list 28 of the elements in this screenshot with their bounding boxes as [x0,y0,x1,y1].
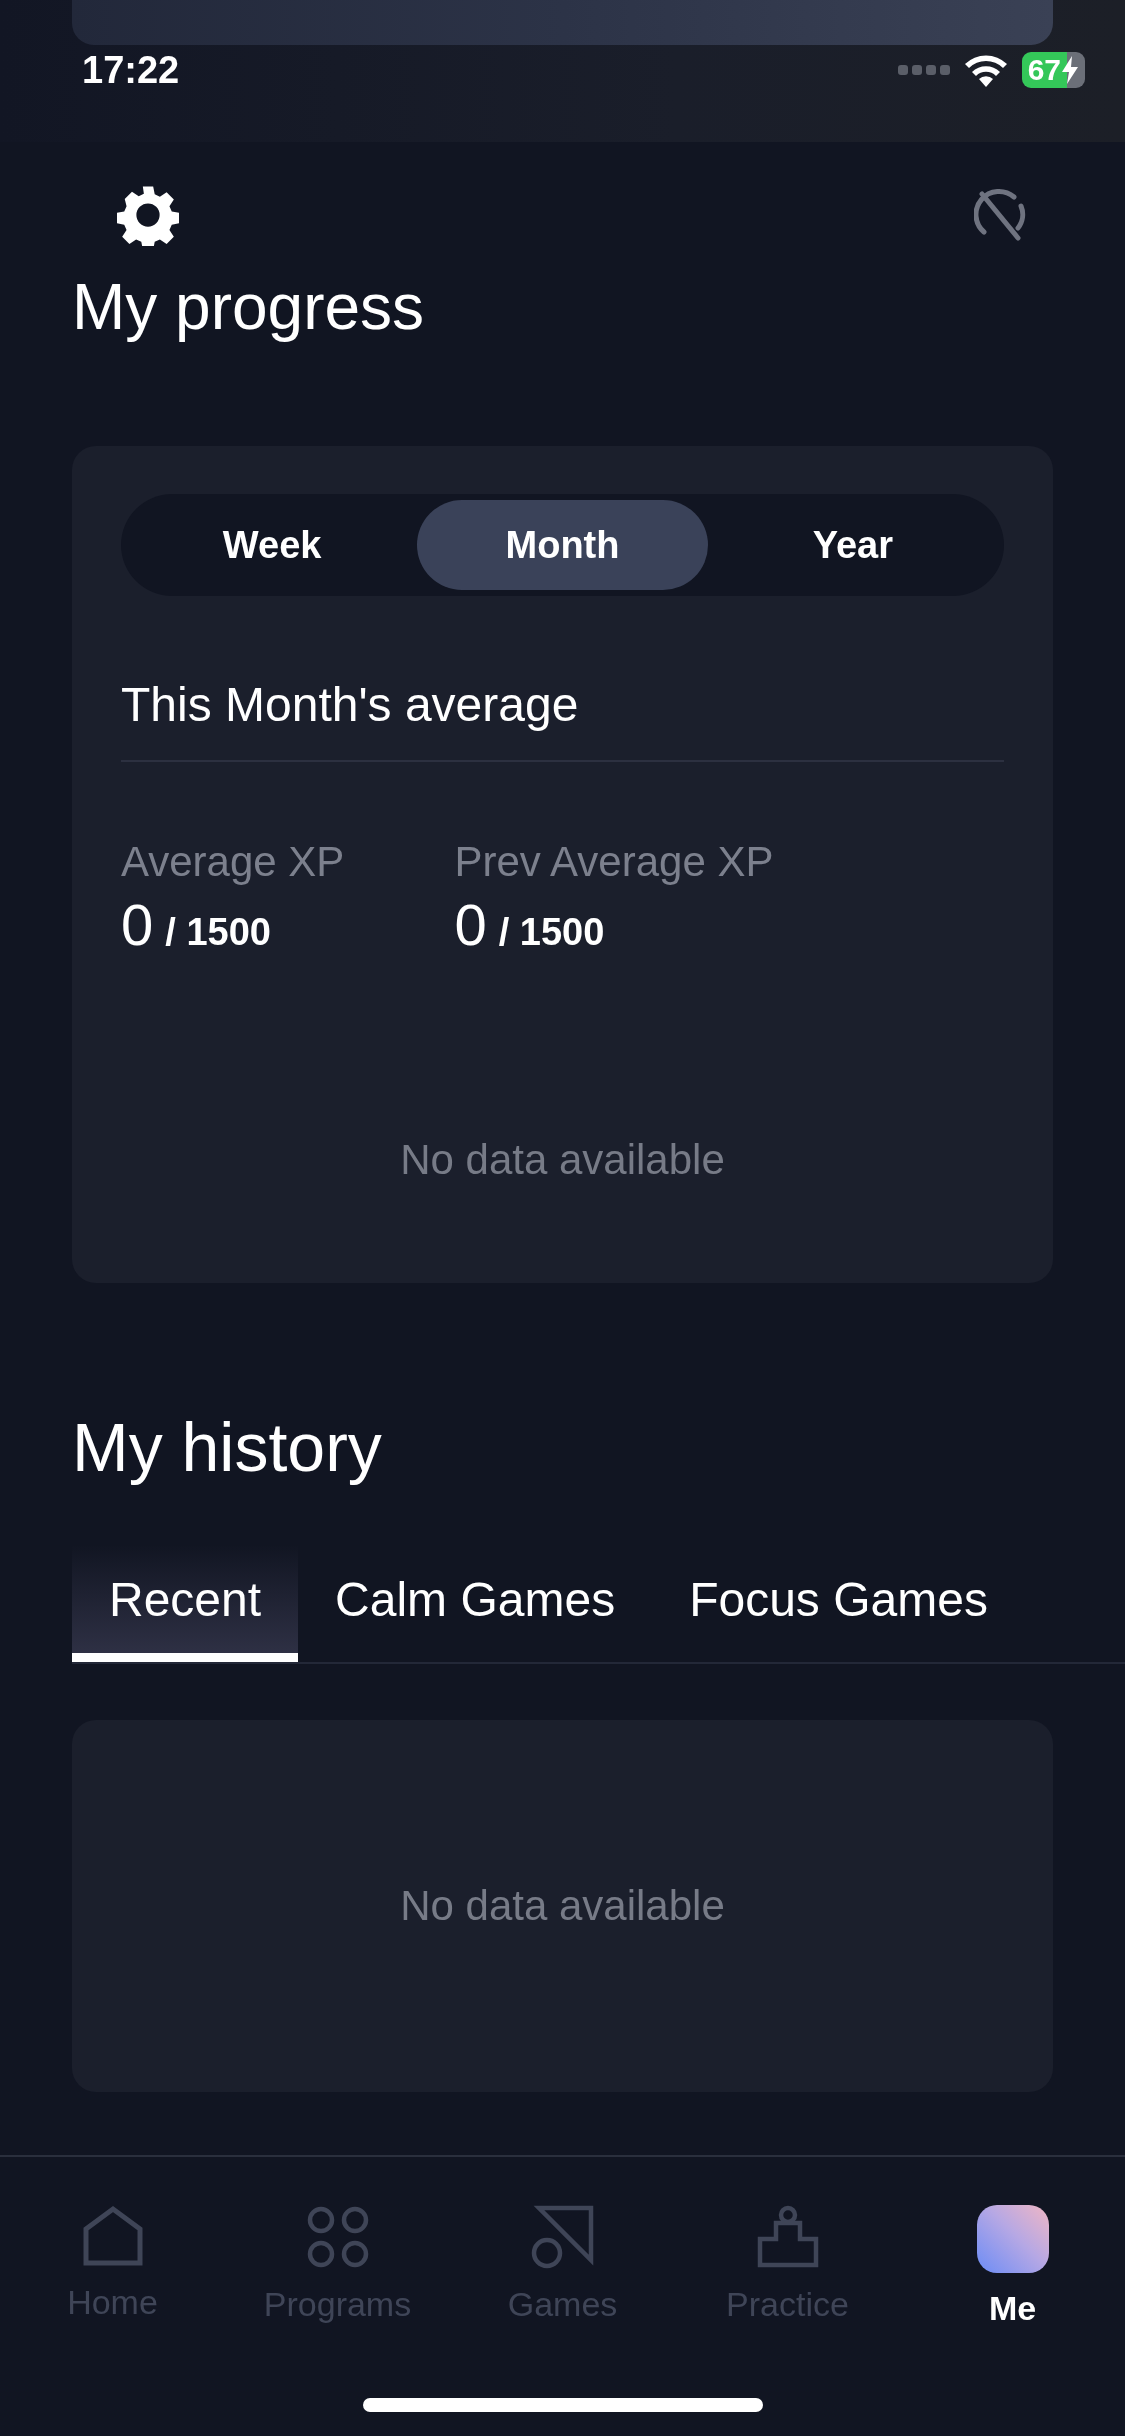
stat-label: Prev Average XP [454,837,774,887]
nav-tab[interactable]: Me [900,2205,1125,2328]
stat-total: / 1500 [498,911,605,954]
stat-label: Average XP [121,837,345,887]
history-tab[interactable]: Calm Games [298,1545,653,1662]
stat-value: 0 [454,893,487,957]
empty-message: No data available [400,1881,725,1931]
battery-indicator: 67 [1021,52,1085,88]
podium-icon [755,2205,820,2269]
wifi-icon [963,53,1008,87]
settings-icon[interactable] [117,184,179,246]
period-tab[interactable]: Week [127,500,418,590]
page-title: My progress [72,270,426,345]
house-icon [81,2205,144,2267]
shapes-icon [530,2205,595,2269]
avatar-icon [976,2205,1049,2273]
sync-off-icon[interactable] [974,188,1028,242]
section-title: My history [72,1408,383,1487]
period-tab[interactable]: Year [707,500,998,590]
average-title: This Month's average [121,677,1004,762]
status-time: 17:22 [82,48,180,92]
stat-value: 0 [121,893,154,957]
history-tab[interactable]: Focus Games [652,1545,1025,1662]
stat-total: / 1500 [165,911,271,954]
signal-icon [897,63,950,77]
grid-circles-icon [305,2205,370,2269]
period-tab[interactable]: Month [417,500,708,590]
empty-message: No data available [399,1135,726,1185]
